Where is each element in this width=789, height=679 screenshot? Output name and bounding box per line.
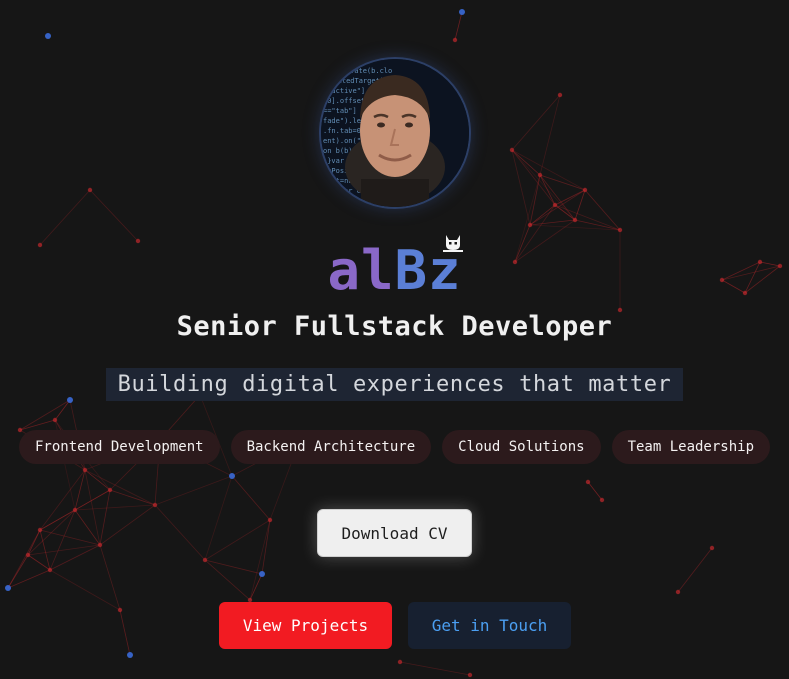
logo-part-al: al [327, 239, 395, 302]
skill-tag-cloud: Cloud Solutions [442, 430, 601, 464]
page-title: Senior Fullstack Developer [176, 311, 613, 342]
logo: alBz [0, 236, 789, 306]
tagline: Building digital experiences that matter [105, 368, 684, 401]
skill-tag-frontend: Frontend Development [18, 430, 220, 464]
download-cv-button[interactable]: Download CV [317, 509, 472, 557]
hero-section: .activate(b.clo relatedTarget))}}} ="act… [0, 0, 789, 679]
tagline-container: Building digital experiences that matter [0, 368, 789, 401]
view-projects-button[interactable]: View Projects [219, 602, 392, 649]
cat-icon [443, 235, 463, 252]
svg-text:.activate(b.clo: .activate(b.clo [329, 67, 392, 75]
skill-tag-leadership: Team Leadership [611, 430, 771, 464]
skill-tags: Frontend Development Backend Architectur… [0, 430, 789, 464]
get-in-touch-button[interactable]: Get in Touch [408, 602, 571, 649]
avatar-photo: .activate(b.clo relatedTarget))}}} ="act… [321, 59, 469, 207]
skill-tag-backend: Backend Architecture [230, 430, 432, 464]
avatar: .activate(b.clo relatedTarget))}}} ="act… [321, 59, 469, 207]
